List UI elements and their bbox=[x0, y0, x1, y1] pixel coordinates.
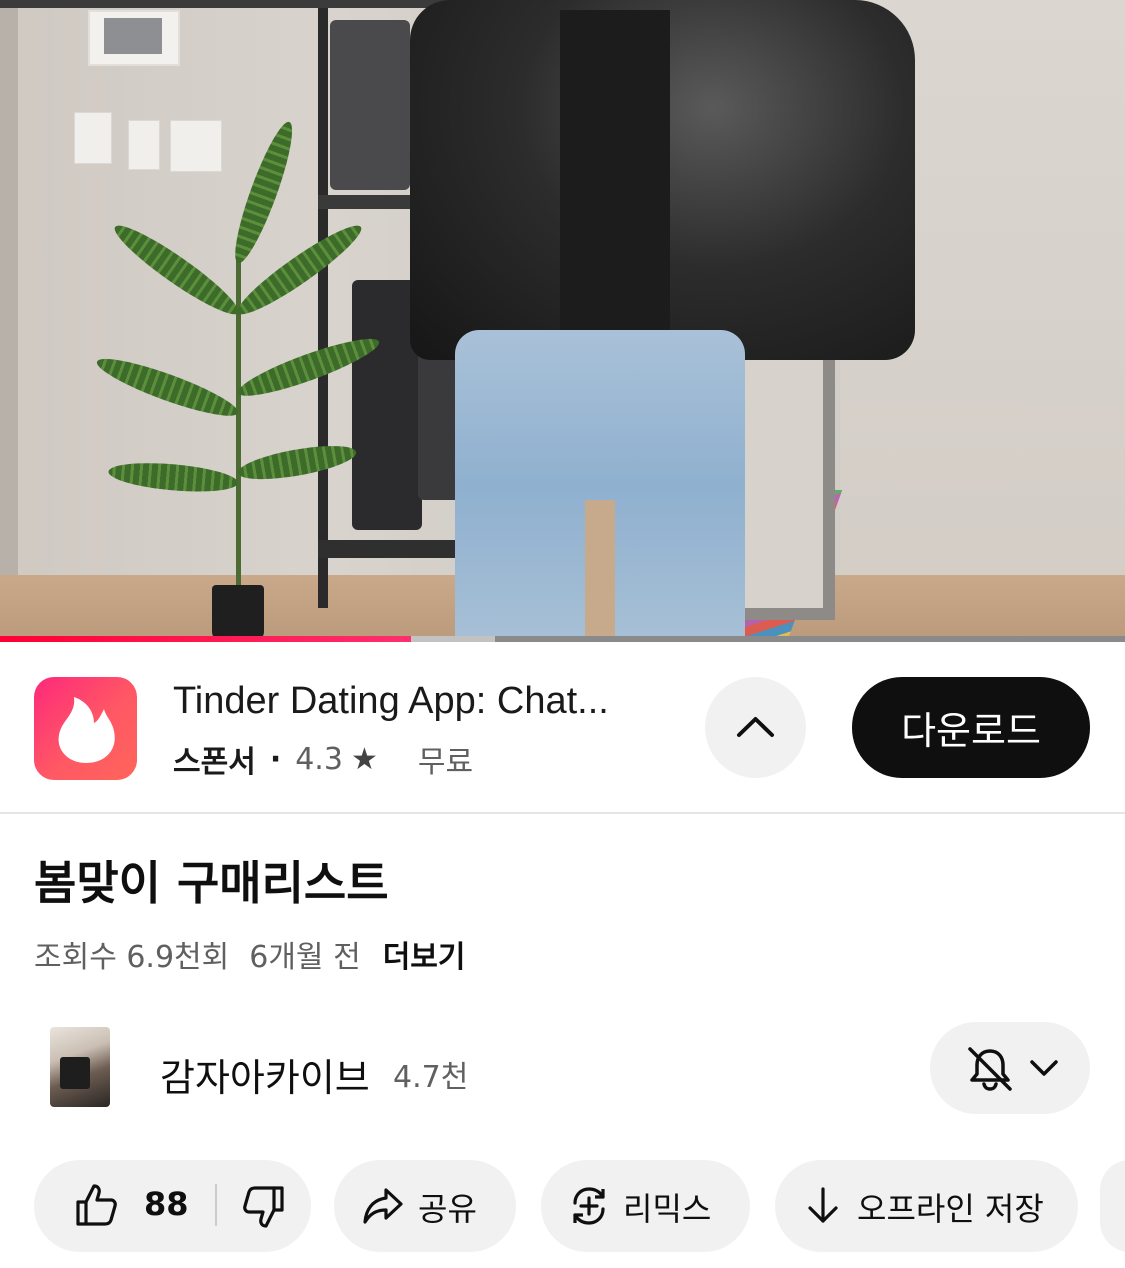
scene-wall-frame bbox=[88, 10, 180, 66]
sponsored-app-banner[interactable]: Tinder Dating App: Chat... 스폰서 · 4.3 ★ 무… bbox=[0, 642, 1125, 814]
app-rating: 4.3 bbox=[295, 741, 343, 777]
scene-hanging-coat bbox=[330, 20, 410, 190]
channel-avatar[interactable] bbox=[50, 1027, 110, 1107]
upload-age: 6개월 전 bbox=[249, 940, 361, 975]
share-arrow-icon bbox=[363, 1188, 403, 1224]
action-chips-row: 88 공유 리믹스 오프라인 저장 bbox=[34, 1160, 1125, 1252]
thumbs-down-icon[interactable] bbox=[242, 1184, 286, 1230]
channel-name[interactable]: 감자아카이브 bbox=[160, 1047, 370, 1102]
scene-plant-leaf bbox=[107, 216, 246, 324]
scene-switch bbox=[74, 112, 112, 164]
scene-plant-leaf bbox=[107, 458, 240, 496]
star-icon: ★ bbox=[350, 741, 378, 777]
ad-meta: 스폰서 · 4.3 ★ 무료 bbox=[173, 737, 473, 781]
scene-switch bbox=[128, 120, 160, 170]
share-label: 공유 bbox=[418, 1190, 477, 1228]
subscriber-count: 4.7천 bbox=[393, 1060, 469, 1095]
remix-button[interactable]: 리믹스 bbox=[541, 1160, 750, 1252]
ad-app-title[interactable]: Tinder Dating App: Chat... bbox=[173, 680, 673, 723]
scene-rack-shelf bbox=[318, 540, 478, 558]
remix-label: 리믹스 bbox=[623, 1190, 712, 1228]
chevron-up-icon bbox=[737, 717, 774, 737]
view-count: 조회수 6.9천회 bbox=[34, 940, 230, 975]
scene-legs-gap bbox=[585, 500, 615, 642]
sponsor-label: 스폰서 bbox=[173, 745, 256, 780]
scene-plant-leaf bbox=[92, 349, 243, 426]
scene-plant-pot bbox=[212, 585, 264, 640]
more-link[interactable]: 더보기 bbox=[383, 932, 466, 976]
remix-icon bbox=[573, 1187, 605, 1225]
video-title[interactable]: 봄맞이 구매리스트 bbox=[34, 847, 389, 913]
scene-door-frame bbox=[0, 8, 18, 578]
bell-off-icon bbox=[968, 1047, 1012, 1091]
chevron-down-icon bbox=[1030, 1060, 1058, 1076]
meta-separator: · bbox=[269, 741, 282, 777]
tinder-flame-icon[interactable] bbox=[34, 677, 137, 780]
thumbs-up-icon[interactable] bbox=[74, 1182, 118, 1228]
video-player[interactable] bbox=[0, 0, 1125, 642]
scene-plant-stem bbox=[236, 250, 241, 590]
video-details-panel: Tinder Dating App: Chat... 스폰서 · 4.3 ★ 무… bbox=[0, 642, 1125, 1268]
save-offline-label: 오프라인 저장 bbox=[857, 1190, 1044, 1228]
video-meta[interactable]: 조회수 6.9천회 6개월 전 더보기 bbox=[34, 932, 466, 976]
more-actions-chip[interactable] bbox=[1100, 1160, 1125, 1252]
scene-person-shirt bbox=[560, 10, 670, 360]
notification-settings-button[interactable] bbox=[930, 1022, 1090, 1114]
save-offline-button[interactable]: 오프라인 저장 bbox=[775, 1160, 1078, 1252]
share-button[interactable]: 공유 bbox=[334, 1160, 516, 1252]
scene-plant-leaf bbox=[225, 117, 302, 268]
like-divider bbox=[215, 1184, 217, 1226]
app-price: 무료 bbox=[417, 745, 474, 780]
like-count[interactable]: 88 bbox=[144, 1185, 189, 1223]
ad-download-button[interactable]: 다운로드 bbox=[852, 677, 1090, 778]
like-dislike-group: 88 bbox=[34, 1160, 311, 1252]
collapse-ad-button[interactable] bbox=[705, 677, 806, 778]
download-arrow-icon bbox=[808, 1187, 838, 1223]
scene-thermostat bbox=[170, 120, 222, 172]
